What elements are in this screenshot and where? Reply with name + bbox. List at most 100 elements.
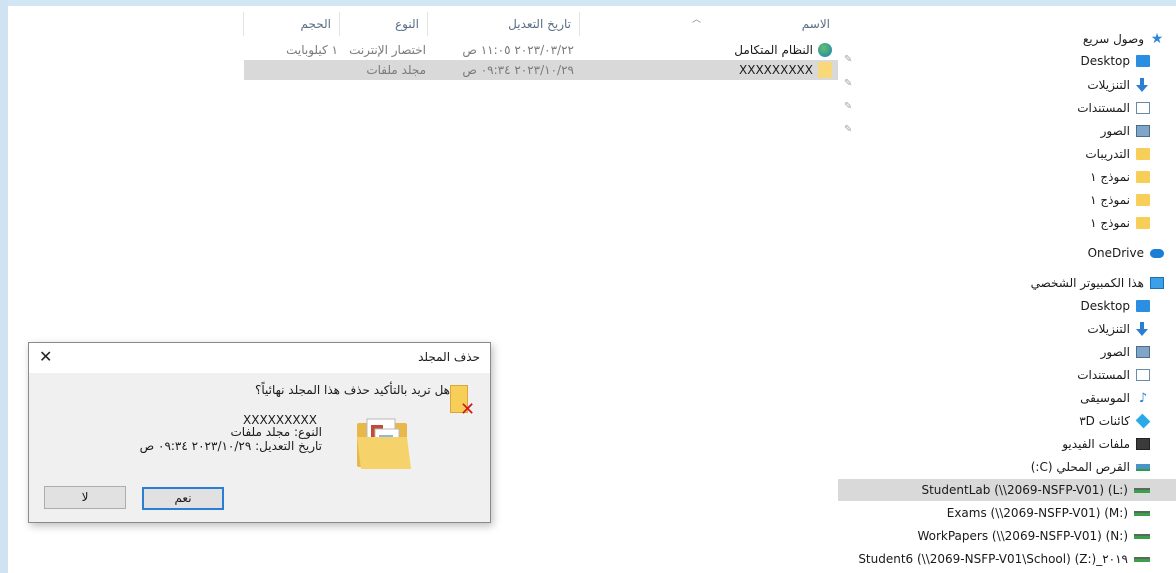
pin-icon[interactable]: ✎ [844, 124, 852, 135]
star-icon: ★ [1150, 31, 1164, 47]
column-header-type[interactable]: النوع [340, 12, 427, 36]
downloads-icon [1136, 322, 1150, 336]
nav-this-pc[interactable]: هذا الكمبيوتر الشخصي [838, 272, 1176, 294]
column-separator[interactable] [579, 12, 580, 36]
nav-label: القرص المحلي (C:) [1030, 460, 1130, 474]
folder-icon [1136, 171, 1150, 183]
file-date: ٢٠٢٣/١٠/٢٩ ٠٩:٣٤ ص [462, 63, 574, 77]
network-drive-icon [1134, 510, 1150, 516]
dialog-title: حذف المجلد [418, 350, 480, 364]
nav-label: الموسيقى [1080, 391, 1130, 405]
file-type: اختصار الإنترنت [349, 43, 426, 57]
nav-network-drive[interactable]: Student6 (\\2069-NSFP-V01\School) (Z:)_٢… [838, 548, 1176, 570]
nav-label: Desktop [1080, 54, 1131, 68]
internet-shortcut-icon [818, 43, 832, 57]
file-type: مجلد ملفات [366, 63, 426, 77]
nav-pc-documents[interactable]: المستندات [838, 364, 1176, 386]
pictures-icon [1136, 125, 1150, 137]
folder-icon [1136, 194, 1150, 206]
nav-quick-folder[interactable]: التدريبات [838, 143, 1176, 165]
column-separator[interactable] [243, 12, 244, 36]
nav-quick-downloads[interactable]: التنزيلات ✎ [838, 74, 1176, 96]
nav-label: المستندات [1077, 368, 1130, 382]
folder-thumbnail-icon [357, 418, 411, 469]
close-icon[interactable]: ✕ [39, 347, 52, 366]
file-row[interactable]: النظام المتكامل ٢٠٢٣/٠٣/٢٢ ١١:٠٥ ص اختصا… [244, 40, 838, 60]
3d-objects-icon [1135, 413, 1151, 429]
nav-onedrive[interactable]: OneDrive [838, 242, 1176, 264]
nav-label: التدريبات [1085, 147, 1130, 161]
pin-icon[interactable]: ✎ [844, 54, 852, 65]
nav-label: المستندات [1077, 101, 1130, 115]
nav-quick-documents[interactable]: المستندات ✎ [838, 97, 1176, 119]
navigation-pane: ★ وصول سريع Desktop ✎ التنزيلات ✎ المستن… [838, 6, 1176, 573]
nav-label: WorkPapers (\\2069-NSFP-V01) (N:) [917, 529, 1128, 543]
nav-label: ملفات الفيديو [1062, 437, 1130, 451]
videos-icon [1136, 438, 1150, 450]
dialog-footer: نعم لا [29, 479, 490, 522]
network-drive-icon [1134, 487, 1150, 493]
file-size [244, 60, 338, 80]
folder-icon [1136, 148, 1150, 160]
nav-label: Exams (\\2069-NSFP-V01) (M:) [946, 506, 1128, 520]
nav-network-drive[interactable]: Exams (\\2069-NSFP-V01) (M:) [838, 502, 1176, 524]
desktop-icon [1136, 55, 1150, 67]
nav-network-drive[interactable]: WorkPapers (\\2069-NSFP-V01) (N:) [838, 525, 1176, 547]
file-row-selected[interactable]: XXXXXXXXX ٢٠٢٣/١٠/٢٩ ٠٩:٣٤ ص مجلد ملفات [244, 60, 838, 80]
pin-icon[interactable]: ✎ [844, 101, 852, 112]
nav-pc-music[interactable]: ♪ الموسيقى [838, 387, 1176, 409]
column-separator[interactable] [339, 12, 340, 36]
nav-label: StudentLab (\\2069-NSFP-V01) (L:) [921, 483, 1128, 497]
nav-pc-3d-objects[interactable]: كائنات ٣D [838, 410, 1176, 432]
downloads-icon [1136, 78, 1150, 92]
computer-icon [1150, 277, 1164, 289]
nav-quick-pictures[interactable]: الصور ✎ [838, 120, 1176, 142]
dialog-question: هل تريد بالتأكيد حذف هذا المجلد نهائياً؟ [254, 383, 450, 397]
nav-label: التنزيلات [1087, 322, 1130, 336]
pin-icon[interactable]: ✎ [844, 78, 852, 89]
dialog-titlebar[interactable]: حذف المجلد ✕ [29, 343, 490, 373]
nav-label: نموذج ١ [1090, 193, 1130, 207]
cloud-icon [1150, 248, 1164, 258]
nav-network-drive-selected[interactable]: StudentLab (\\2069-NSFP-V01) (L:) [838, 479, 1176, 501]
network-drive-icon [1134, 533, 1150, 539]
column-header-size[interactable]: الحجم [244, 12, 339, 36]
network-drive-icon [1134, 556, 1150, 562]
nav-label: التنزيلات [1087, 78, 1130, 92]
window-left-border [0, 0, 8, 573]
nav-quick-folder[interactable]: نموذج ١ [838, 189, 1176, 211]
nav-label: هذا الكمبيوتر الشخصي [1030, 276, 1144, 290]
nav-quick-folder[interactable]: نموذج ١ [838, 166, 1176, 188]
nav-label: الصور [1100, 124, 1130, 138]
nav-quick-folder[interactable]: نموذج ١ [838, 212, 1176, 234]
nav-quick-access[interactable]: ★ وصول سريع [838, 28, 1176, 50]
file-name-cell: النظام المتكامل [588, 40, 832, 60]
column-header-name[interactable]: الاسم [580, 12, 838, 36]
folder-type: النوع: مجلد ملفات [230, 425, 322, 439]
folder-icon [1136, 217, 1150, 229]
sort-ascending-icon: ︿ [692, 15, 702, 25]
documents-icon [1136, 102, 1150, 114]
no-button[interactable]: لا [44, 486, 126, 509]
column-separator[interactable] [427, 12, 428, 36]
nav-label: نموذج ١ [1090, 216, 1130, 230]
column-headers: الاسم ︿ تاريخ التعديل النوع الحجم [8, 12, 838, 36]
nav-label: وصول سريع [1082, 32, 1144, 46]
nav-quick-desktop[interactable]: Desktop ✎ [838, 50, 1176, 72]
yes-button[interactable]: نعم [142, 487, 224, 510]
file-size: ١ كيلوبايت [286, 43, 338, 57]
column-header-date[interactable]: تاريخ التعديل [428, 12, 579, 36]
nav-pc-local-disk[interactable]: القرص المحلي (C:) [838, 456, 1176, 478]
nav-label: Student6 (\\2069-NSFP-V01\School) (Z:)_٢… [858, 552, 1128, 566]
nav-pc-downloads[interactable]: التنزيلات [838, 318, 1176, 340]
music-icon: ♪ [1138, 391, 1148, 406]
dialog-body: ✕ هل تريد بالتأكيد حذف هذا المجلد نهائيا… [29, 373, 490, 479]
nav-pc-desktop[interactable]: Desktop [838, 295, 1176, 317]
delete-folder-warning-icon: ✕ [450, 385, 475, 419]
nav-label: Desktop [1080, 299, 1131, 313]
nav-pc-videos[interactable]: ملفات الفيديو [838, 433, 1176, 455]
nav-pc-pictures[interactable]: الصور [838, 341, 1176, 363]
pictures-icon [1136, 346, 1150, 358]
folder-date: تاريخ التعديل: ٢٠٢٣/١٠/٢٩ ٠٩:٣٤ ص [139, 439, 322, 453]
documents-icon [1136, 369, 1150, 381]
